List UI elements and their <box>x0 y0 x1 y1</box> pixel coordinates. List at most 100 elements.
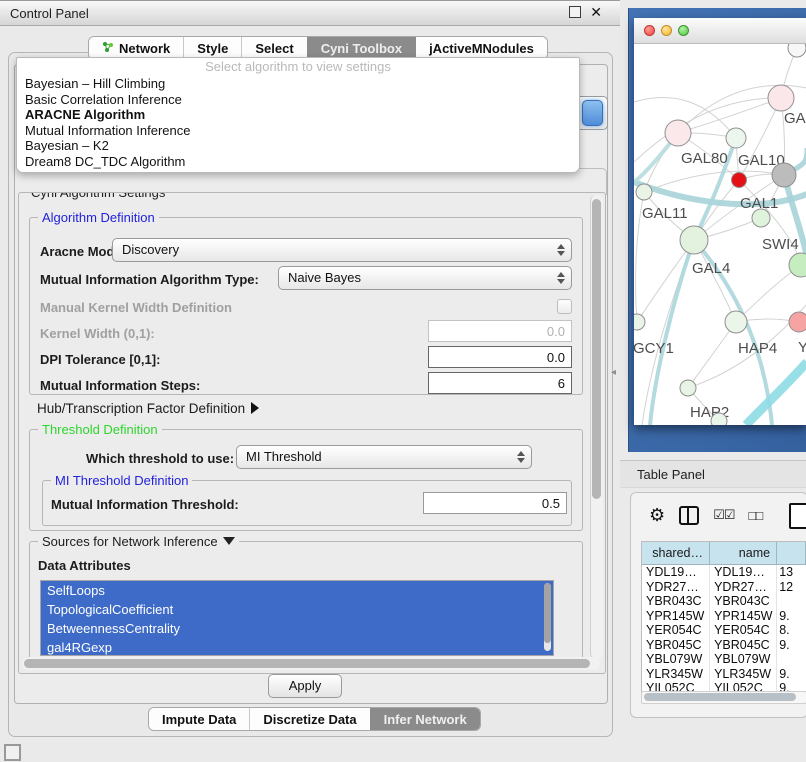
network-node-swi4[interactable] <box>789 253 806 277</box>
minimize-traffic-light-icon[interactable] <box>661 25 672 36</box>
split-divider-arrow-icon[interactable]: ◂ <box>611 367 616 378</box>
which-threshold-combobox[interactable]: MI Threshold <box>236 445 532 469</box>
apply-button[interactable]: Apply <box>268 674 342 698</box>
network-node-gcy1[interactable] <box>634 314 645 330</box>
tab-select[interactable]: Select <box>241 37 306 59</box>
kernel-width-field[interactable]: 0.0 <box>428 320 572 342</box>
column-layout-icon[interactable] <box>679 506 699 525</box>
mi-steps-field[interactable]: 6 <box>428 372 572 394</box>
table-cell: YBR045C <box>642 638 710 653</box>
expanded-arrow-icon[interactable] <box>223 537 235 545</box>
table-row[interactable]: YPR145WYPR145W9. <box>642 609 806 624</box>
table-row[interactable]: YER054CYER054C8. <box>642 623 806 638</box>
export-table-icon[interactable] <box>789 503 806 529</box>
mi-threshold-field[interactable]: 0.5 <box>423 492 567 514</box>
tab-discretize-data[interactable]: Discretize Data <box>249 708 369 730</box>
network-graph[interactable]: GALGAL80GAL10GAL11GAL1GAL4SWI4GCY1HAP4YH… <box>634 44 806 425</box>
dropdown-item-aracne-algorithm[interactable]: ARACNE Algorithm <box>17 107 579 123</box>
list-scrollbar[interactable] <box>544 583 551 651</box>
float-panel-icon[interactable] <box>569 6 581 18</box>
network-node-hap2[interactable] <box>680 380 696 396</box>
sources-group: Sources for Network Inference Data Attri… <box>29 541 583 660</box>
node-label: GAL1 <box>740 195 778 212</box>
network-edge <box>736 265 801 322</box>
network-node[interactable] <box>711 413 727 425</box>
node-label: GAL11 <box>642 205 688 222</box>
network-window[interactable]: GALGAL80GAL10GAL11GAL1GAL4SWI4GCY1HAP4YH… <box>634 18 806 425</box>
column-header-name[interactable]: name <box>710 542 777 564</box>
manual-kernel-checkbox[interactable] <box>557 299 572 314</box>
table-row[interactable]: YBR043CYBR043C <box>642 594 806 609</box>
mi-type-value: Naive Bayes <box>288 270 361 285</box>
attribute-item-selfloops[interactable]: SelfLoops <box>41 581 553 600</box>
table-cell: YDR27… <box>642 580 710 595</box>
dropdown-item-bayesian-k2[interactable]: Bayesian – K2 <box>17 138 579 154</box>
settings-horizontal-scrollbar[interactable] <box>22 657 600 670</box>
node-label: SWI4 <box>762 236 799 253</box>
dropdown-item-mutual-information-inference[interactable]: Mutual Information Inference <box>17 123 579 139</box>
network-canvas[interactable]: GALGAL80GAL10GAL11GAL1GAL4SWI4GCY1HAP4YH… <box>634 44 806 425</box>
data-attributes-list[interactable]: SelfLoopsTopologicalCoefficientBetweenne… <box>40 580 554 656</box>
tab-network[interactable]: Network <box>89 37 183 59</box>
network-node-gal80[interactable] <box>665 120 691 146</box>
zoom-traffic-light-icon[interactable] <box>678 25 689 36</box>
tab-label: Infer Network <box>384 712 467 727</box>
gear-icon[interactable]: ⚙ <box>649 505 665 525</box>
minimized-panel-icon[interactable] <box>4 744 21 761</box>
attribute-item-gal4rgexp[interactable]: gal4RGexp <box>41 638 553 656</box>
aracne-mode-value: Discovery <box>122 242 179 257</box>
column-header-shared[interactable]: shared… <box>642 542 710 564</box>
aracne-mode-combobox[interactable]: Discovery <box>112 238 572 262</box>
hub-definition-toggle[interactable]: Hub/Transcription Factor Definition <box>37 401 259 416</box>
select-all-checkboxes-icon[interactable]: ☑☑ <box>713 507 734 523</box>
table-row[interactable]: YLR345WYLR345W9. <box>642 667 806 682</box>
network-node-gal4[interactable] <box>680 226 708 254</box>
table-row[interactable]: YDL19…YDL19…13 <box>642 565 806 580</box>
hub-definition-label: Hub/Transcription Factor Definition <box>37 401 245 416</box>
deselect-all-checkboxes-icon[interactable]: □□ <box>748 508 762 523</box>
network-node-gal11[interactable] <box>636 184 652 200</box>
table-cell: YBR043C <box>710 594 777 609</box>
tab-impute-data[interactable]: Impute Data <box>149 708 249 730</box>
network-node-gal[interactable] <box>768 85 794 111</box>
table-row[interactable]: YBL079WYBL079W <box>642 652 806 667</box>
mi-threshold-label: Mutual Information Threshold: <box>51 497 239 512</box>
dropdown-item-dream8-dc-tdc-algorithm[interactable]: Dream8 DC_TDC Algorithm <box>17 154 579 170</box>
network-node[interactable] <box>772 163 796 187</box>
tab-style[interactable]: Style <box>183 37 241 59</box>
table-horizontal-scrollbar[interactable] <box>641 691 806 704</box>
collapsed-arrow-icon <box>251 402 259 414</box>
tab-cyni-toolbox[interactable]: Cyni Toolbox <box>307 37 415 59</box>
close-panel-icon[interactable]: ✕ <box>590 5 602 19</box>
table-cell: YDL19… <box>710 565 777 580</box>
network-window-titlebar <box>634 18 806 44</box>
network-node[interactable] <box>788 44 806 57</box>
spinner-arrows-icon <box>556 271 565 285</box>
data-attributes-label: Data Attributes <box>38 558 131 573</box>
mi-type-combobox[interactable]: Naive Bayes <box>278 266 572 290</box>
dropdown-item-bayesian-hill-climbing[interactable]: Bayesian – Hill Climbing <box>17 76 579 92</box>
network-node-y[interactable] <box>789 312 806 332</box>
node-table[interactable]: shared…name YDL19…YDL19…13YDR27…YDR27…12… <box>641 541 806 699</box>
table-cell: YBR045C <box>710 638 777 653</box>
dropdown-prompt: Select algorithm to view settings <box>17 58 579 76</box>
table-row[interactable]: YDR27…YDR27…12 <box>642 580 806 595</box>
attribute-item-topologicalcoefficient[interactable]: TopologicalCoefficient <box>41 600 553 619</box>
close-traffic-light-icon[interactable] <box>644 25 655 36</box>
node-label: GAL80 <box>681 150 728 167</box>
mi-threshold-group-title: MI Threshold Definition <box>51 473 192 488</box>
settings-vertical-scrollbar[interactable] <box>590 195 603 659</box>
attribute-item-betweennesscentrality[interactable]: BetweennessCentrality <box>41 619 553 638</box>
dropdown-item-basic-correlation-inference[interactable]: Basic Correlation Inference <box>17 92 579 108</box>
combobox-spinner-icon[interactable] <box>582 100 603 126</box>
tab-infer-network[interactable]: Infer Network <box>370 708 480 730</box>
dpi-tolerance-field[interactable]: 0.0 <box>428 346 572 368</box>
table-row[interactable]: YBR045CYBR045C9. <box>642 638 806 653</box>
network-node-gal10[interactable] <box>726 128 746 148</box>
algorithm-definition-title: Algorithm Definition <box>38 210 159 225</box>
column-header-clipped[interactable] <box>777 542 806 564</box>
tab-label: Select <box>255 41 293 56</box>
tab-jactivemnodules[interactable]: jActiveMNodules <box>415 37 547 59</box>
network-node-hap4[interactable] <box>725 311 747 333</box>
network-node[interactable] <box>732 173 747 188</box>
